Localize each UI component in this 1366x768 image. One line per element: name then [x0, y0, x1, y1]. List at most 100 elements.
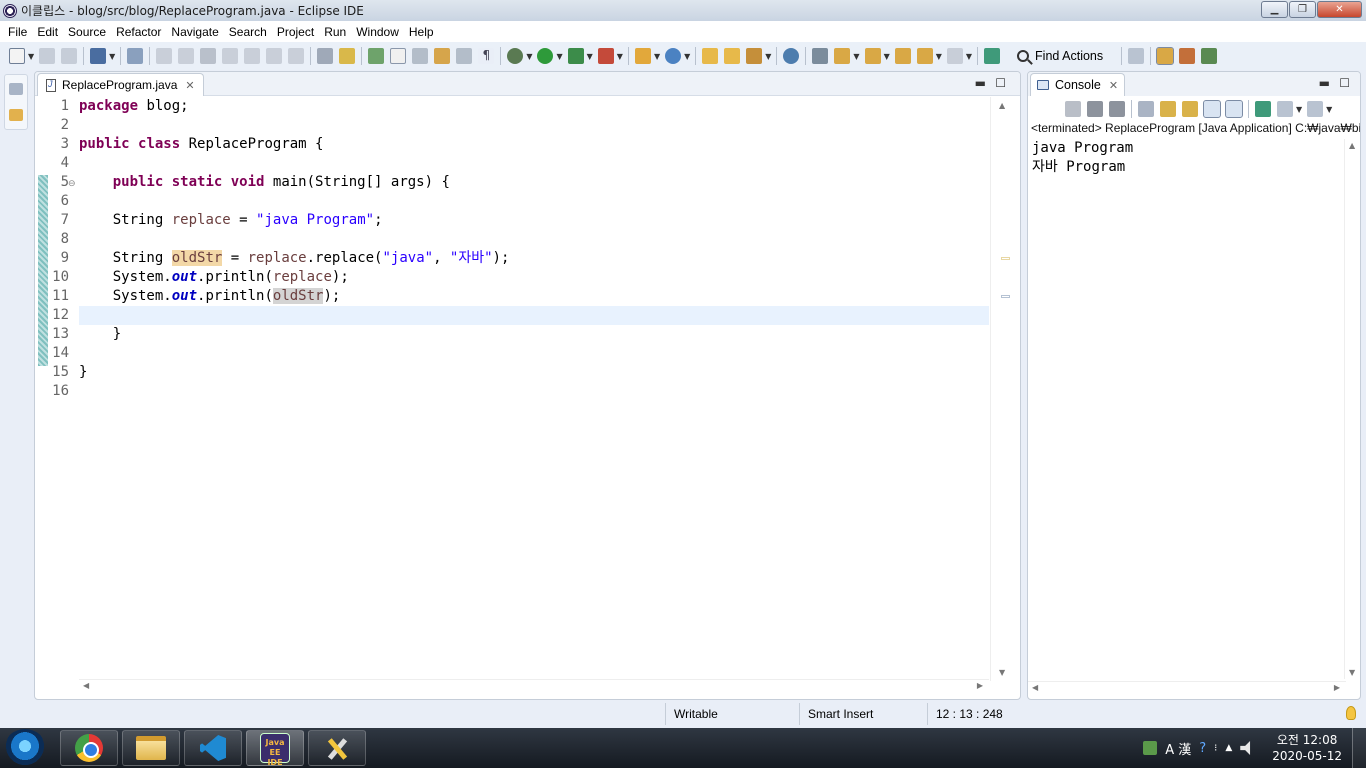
step-return-icon[interactable] [288, 48, 305, 64]
show-desktop-button[interactable] [1352, 728, 1366, 768]
taskbar-explorer[interactable] [122, 730, 180, 766]
lightbulb-icon[interactable] [1346, 706, 1356, 720]
step-over-icon[interactable] [266, 48, 283, 64]
language-bar-icon[interactable] [1143, 741, 1158, 755]
run-icon[interactable] [537, 48, 554, 64]
tab-replaceprogram-java[interactable]: ReplaceProgram.java ✕ [37, 73, 204, 96]
open-perspective-icon[interactable] [1128, 48, 1145, 64]
save-icon[interactable] [39, 48, 56, 64]
taskbar-tools[interactable] [308, 730, 366, 766]
new-dropdown-icon[interactable]: ▼ [28, 52, 34, 61]
menu-window[interactable]: Window [351, 25, 404, 39]
restore-icon[interactable] [9, 83, 23, 95]
menu-refactor[interactable]: Refactor [111, 25, 166, 39]
step-into-icon[interactable] [244, 48, 261, 64]
last-edit-location-icon[interactable] [894, 48, 911, 64]
display-console-icon[interactable] [1277, 101, 1293, 117]
search-dropdown-icon[interactable]: ▼ [765, 52, 771, 61]
project-explorer-icon[interactable] [9, 109, 23, 121]
next-edit-icon[interactable] [834, 48, 851, 64]
search-tool-icon[interactable] [746, 48, 763, 64]
close-tab-icon[interactable]: ✕ [185, 79, 194, 92]
status-insert-mode[interactable]: Smart Insert [799, 703, 927, 725]
forward-icon[interactable] [946, 48, 963, 64]
console-output[interactable]: java Program 자바 Program [1032, 139, 1133, 177]
drop-to-frame-icon[interactable] [317, 48, 334, 64]
taskbar-vscode[interactable] [184, 730, 242, 766]
scroll-down-icon[interactable]: ▼ [1349, 668, 1355, 677]
terminal-icon[interactable] [90, 48, 107, 64]
next-annotation-icon[interactable] [434, 48, 451, 64]
scroll-left-icon[interactable]: ◀ [83, 681, 89, 690]
terminate-icon[interactable] [200, 48, 217, 64]
display-console-dropdown-icon[interactable]: ▼ [1296, 105, 1302, 114]
external-tools-dropdown-icon[interactable]: ▼ [617, 52, 623, 61]
system-clock[interactable]: 오전 12:08 2020-05-12 [1272, 732, 1342, 764]
java-ee-perspective-icon[interactable] [1156, 47, 1175, 65]
back-icon[interactable] [916, 48, 933, 64]
terminate-console-icon[interactable] [1065, 101, 1081, 117]
code-text-area[interactable]: package blog; public class ReplaceProgra… [79, 97, 989, 681]
scroll-up-icon[interactable]: ▲ [999, 101, 1005, 110]
editor-horizontal-scrollbar[interactable]: ◀ ▶ [79, 679, 989, 695]
coverage-icon[interactable] [567, 48, 584, 64]
pin-editor-icon[interactable] [812, 48, 829, 64]
ime-indicator[interactable]: A 漢 [1165, 739, 1191, 758]
suspend-icon[interactable] [178, 48, 195, 64]
scroll-down-icon[interactable]: ▼ [999, 668, 1005, 677]
menu-run[interactable]: Run [319, 25, 351, 39]
menu-project[interactable]: Project [272, 25, 319, 39]
menu-help[interactable]: Help [404, 25, 439, 39]
taskbar-eclipse[interactable]: Java EE IDE [246, 730, 304, 767]
open-console-icon[interactable] [984, 48, 1001, 64]
debug-dropdown-icon[interactable]: ▼ [526, 52, 532, 61]
menu-edit[interactable]: Edit [32, 25, 63, 39]
menu-navigate[interactable]: Navigate [166, 25, 223, 39]
taskbar-chrome[interactable] [60, 730, 118, 766]
show-hidden-icons-icon[interactable]: ▲ [1225, 743, 1232, 753]
new-icon[interactable] [9, 48, 25, 64]
ime-options-icon[interactable]: ⁝ [1214, 743, 1217, 754]
menu-source[interactable]: Source [63, 25, 111, 39]
run-dropdown-icon[interactable]: ▼ [556, 52, 562, 61]
scroll-up-icon[interactable]: ▲ [1349, 141, 1355, 150]
back-dropdown-icon[interactable]: ▼ [936, 52, 942, 61]
menu-file[interactable]: File [3, 25, 32, 39]
open-console-view-icon[interactable] [1307, 101, 1324, 117]
menu-search[interactable]: Search [224, 25, 272, 39]
globe-icon[interactable] [783, 48, 800, 64]
previous-edit-icon[interactable] [864, 48, 881, 64]
open-console-dropdown-icon[interactable]: ▼ [1326, 105, 1332, 114]
scroll-lock-icon[interactable] [1160, 101, 1176, 117]
find-actions-button[interactable]: Find Actions [1017, 49, 1103, 63]
use-step-filters-icon[interactable] [339, 48, 356, 64]
open-type-icon[interactable] [702, 48, 719, 64]
new-java-dropdown-icon[interactable]: ▼ [654, 52, 660, 61]
scroll-right-icon[interactable]: ▶ [1334, 683, 1340, 692]
editor-vertical-scrollbar[interactable]: ▲ ▼ [990, 97, 1018, 681]
show-stderr-icon[interactable] [1225, 100, 1243, 118]
forward-dropdown-icon[interactable]: ▼ [966, 52, 972, 61]
terminal-dropdown-icon[interactable]: ▼ [109, 52, 115, 61]
debug-icon[interactable] [507, 48, 524, 64]
close-button[interactable]: ✕ [1317, 1, 1362, 18]
overview-ruler-mark[interactable] [1001, 257, 1010, 260]
console-horizontal-scrollbar[interactable]: ◀ ▶ [1028, 681, 1346, 697]
volume-muted-icon[interactable] [1240, 741, 1251, 755]
minimize-button[interactable]: ▁ [1261, 1, 1288, 18]
overview-ruler-mark[interactable] [1001, 295, 1010, 298]
open-task-icon[interactable] [724, 48, 741, 64]
external-tools-icon[interactable] [597, 48, 614, 64]
start-button[interactable] [4, 729, 46, 767]
word-wrap-icon[interactable] [1182, 101, 1198, 117]
console-vertical-scrollbar[interactable]: ▲ ▼ [1344, 139, 1360, 679]
mark-occurrences-icon[interactable] [390, 48, 407, 64]
new-class-dropdown-icon[interactable]: ▼ [684, 52, 690, 61]
show-stdout-icon[interactable] [1203, 100, 1221, 118]
new-class-icon[interactable] [665, 48, 682, 64]
status-cursor-position[interactable]: 12 : 13 : 248 [927, 703, 1055, 725]
new-java-project-icon[interactable] [634, 48, 651, 64]
minimize-editor-icon[interactable]: ▬ [975, 76, 986, 90]
whitespace-icon[interactable] [456, 48, 473, 64]
pilcrow-icon[interactable]: ¶ [478, 48, 495, 64]
